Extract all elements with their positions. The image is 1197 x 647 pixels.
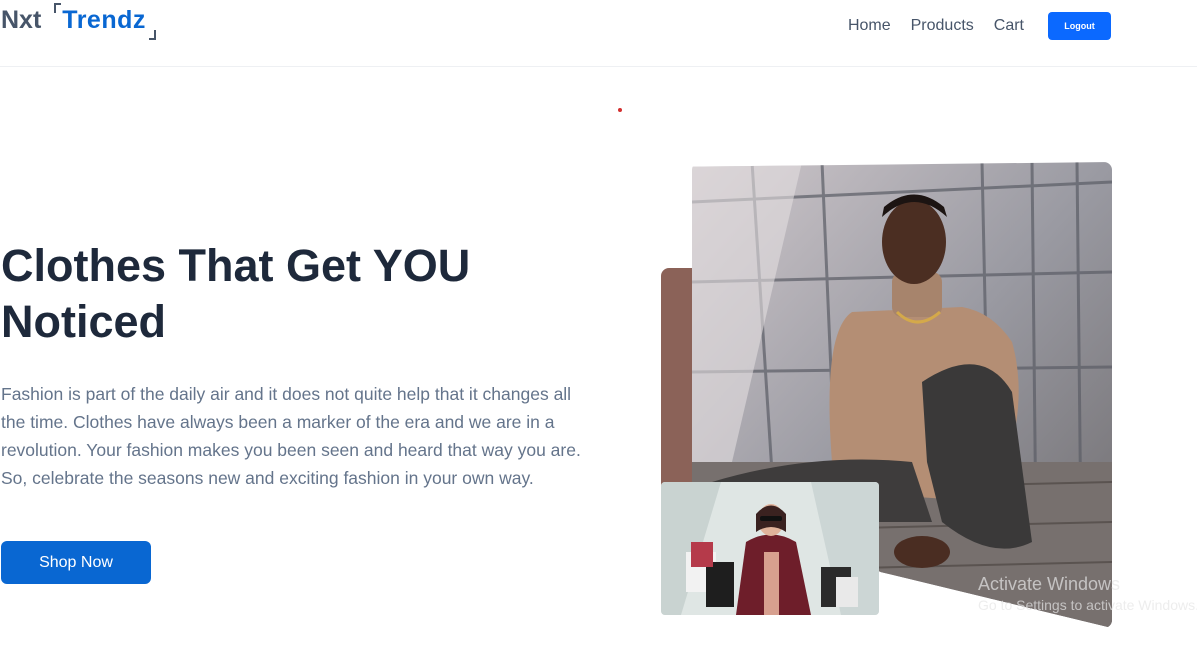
logout-button[interactable]: Logout bbox=[1048, 12, 1111, 40]
top-navbar: Nxt Trendz Home Products Cart Logout bbox=[0, 0, 1197, 67]
logo-bracket-bottom-right bbox=[148, 30, 156, 40]
logo-bracket-top-left bbox=[54, 3, 62, 13]
red-dot-artifact bbox=[618, 108, 622, 112]
website-logo[interactable]: Nxt Trendz bbox=[1, 3, 156, 43]
hero-secondary-image bbox=[661, 482, 879, 615]
hero-description: Fashion is part of the daily air and it … bbox=[1, 384, 581, 488]
nav-menu: Home Products Cart Logout bbox=[848, 12, 1111, 40]
logo-text-trendz: Trendz bbox=[62, 6, 146, 34]
logo-trendz-wrapper: Trendz bbox=[54, 3, 156, 40]
shop-now-button[interactable]: Shop Now bbox=[1, 541, 151, 584]
nav-products-link[interactable]: Products bbox=[911, 17, 974, 35]
hero-heading: Clothes That Get YOU Noticed bbox=[1, 240, 471, 347]
activate-windows-watermark: Activate Windows Go to Settings to activ… bbox=[978, 573, 1197, 615]
watermark-title: Activate Windows bbox=[978, 574, 1121, 594]
nav-home-link[interactable]: Home bbox=[848, 17, 891, 35]
woman-shopping-illustration bbox=[661, 482, 879, 615]
logo-text-nxt: Nxt bbox=[1, 6, 42, 34]
watermark-subtitle: Go to Settings to activate Windows. bbox=[978, 597, 1197, 613]
nav-cart-link[interactable]: Cart bbox=[994, 17, 1024, 35]
